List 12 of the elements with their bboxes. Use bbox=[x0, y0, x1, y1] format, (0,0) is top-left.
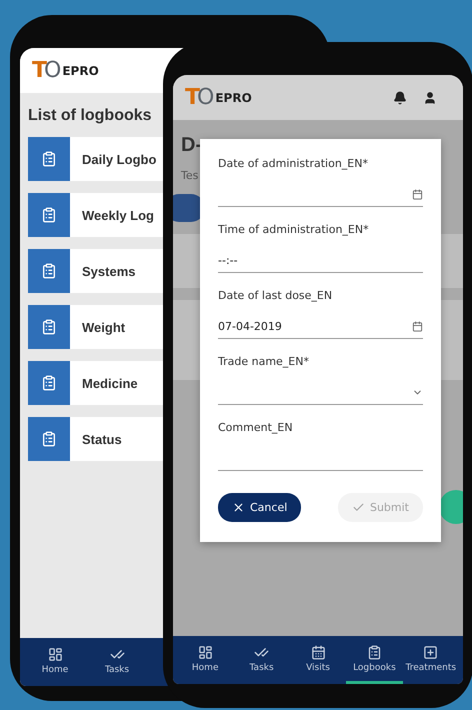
field-label: Date of last dose_EN bbox=[218, 289, 334, 302]
subtitle: Tes bbox=[181, 169, 200, 182]
field-label: Comment_EN bbox=[218, 421, 294, 434]
field-label: Trade name_EN* bbox=[218, 355, 310, 368]
page-title: D- bbox=[181, 134, 202, 157]
field-label: Date of administration_EN* bbox=[218, 157, 369, 170]
app-name: EPRO bbox=[215, 90, 252, 104]
logo-mark: TO bbox=[32, 58, 58, 83]
page-title: List of logbooks bbox=[28, 107, 152, 125]
field-label: Time of administration_EN* bbox=[218, 223, 370, 236]
logo-mark: TO bbox=[185, 85, 212, 110]
app-name: EPRO bbox=[62, 64, 99, 78]
